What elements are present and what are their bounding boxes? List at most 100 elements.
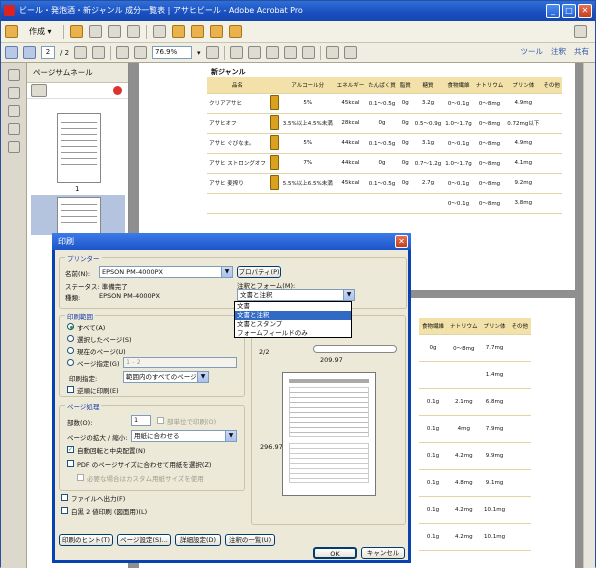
comments-forms-select[interactable]: 文書と注釈 ▼ [237,289,355,301]
minimize-button[interactable]: _ [546,4,560,18]
preview-width: 209.97 [320,356,343,364]
tools-link[interactable]: ツール [521,46,544,57]
create-pdf-icon[interactable] [5,25,18,38]
printer-type-value: EPSON PM-4000PX [99,292,160,300]
ok-button[interactable]: OK [313,547,357,559]
subset-select[interactable]: 範囲内のすべてのページ ▼ [123,371,209,383]
custom-paper-checkbox[interactable] [77,474,84,481]
fit-page-icon[interactable] [205,46,219,59]
select-cursor-icon[interactable] [74,46,88,59]
table-row: 0.1g 4mg 7.9mg [419,415,532,443]
hand-tool-icon[interactable] [92,46,106,59]
preview-page-slider[interactable] [313,345,397,353]
thumbnails-header: ページサムネール [27,63,128,83]
autorotate-checkbox[interactable]: ✓ [67,446,74,453]
single-page-icon[interactable] [229,46,243,59]
grayscale-checkbox[interactable] [61,507,68,514]
dropdown-option[interactable]: 文書と注釈 [235,311,351,320]
dropdown-option[interactable]: フォームフィールドのみ [235,329,351,338]
dropdown-option[interactable]: 文書 [235,302,351,311]
printer-properties-button[interactable]: プロパティ(P) [237,266,281,278]
window-close-button[interactable]: ✕ [578,4,592,18]
zoom-level-input[interactable]: 76.9% [152,46,193,59]
section-title: 新ジャンル [211,68,246,76]
page-number-input[interactable]: 2 [41,46,55,59]
dialog-close-button[interactable]: ✕ [395,235,408,248]
combine-files-icon[interactable] [209,25,223,38]
range-all-radio[interactable] [67,323,74,330]
beer-can-image [269,134,279,150]
vertical-scrollbar[interactable] [583,63,595,568]
sign-pen-icon[interactable] [190,25,204,38]
page-thumbnail-2[interactable] [57,197,101,235]
advanced-button[interactable]: 詳細設定(D) [175,534,221,546]
bookmarks-icon[interactable] [7,87,20,99]
pdf-page-size-checkbox[interactable] [67,460,74,467]
print-tips-button[interactable]: 印刷のヒント(T) [59,534,113,546]
two-up-icon[interactable] [265,46,279,59]
delete-page-icon[interactable] [113,86,122,95]
comment-bubble-icon[interactable] [171,25,185,38]
zoom-dropdown-arrow[interactable]: ▾ [197,49,201,57]
typewriter-icon[interactable] [325,46,339,59]
zoom-out-icon[interactable] [116,46,130,59]
open-folder-icon[interactable] [69,25,83,38]
page-thumbnail-1[interactable] [57,113,101,183]
table-row: アサヒ ぐびなま。 5% 44kcal 0.1〜0.5g 0g 3.1g 0〜0.1g 0〜8… [207,133,562,154]
zoom-in-icon[interactable] [134,46,148,59]
navigation-toolbar: 2 / 2 76.9% ▾ [1,43,595,63]
printer-select[interactable]: EPSON PM-4000PX ▼ [99,266,233,278]
dropdown-option[interactable]: 文書とスタンプ [235,320,351,329]
copies-input[interactable]: 1 [131,415,151,426]
range-current-radio[interactable] [67,347,74,354]
attachments-paperclip-icon[interactable] [7,123,20,135]
beer-can-image [269,174,279,190]
two-up-scroll-icon[interactable] [283,46,297,59]
next-page-icon[interactable] [23,46,36,59]
navigation-pane [1,63,27,568]
comments-forms-dropdown-list: 文書 文書と注釈 文書とスタンプ フォームフィールドのみ [234,301,352,338]
facing-pages-icon[interactable] [301,46,315,59]
collate-checkbox[interactable] [157,417,164,424]
secure-document-icon[interactable] [228,25,242,38]
table-row: 0.1g 4.8mg 9.1mg [419,469,532,497]
email-icon[interactable] [126,25,140,38]
thumbnails-toolbar [27,83,128,99]
cancel-button[interactable]: キャンセル [361,547,405,559]
thumbnail-options-icon[interactable] [31,84,47,97]
create-button[interactable]: 作成 ▾ [24,24,57,39]
signature-pen-icon[interactable] [7,141,20,153]
nutrition-table: 品名 アルコール分 エネルギー たんぱく質 脂質 糖質 食物繊維 ナトリウム プリン体 その他 ク… [207,77,562,214]
range-selected-radio[interactable] [67,335,74,342]
copies-label: 部数(O): [67,419,93,427]
signatures-icon[interactable] [7,105,20,117]
printer-type-label: 種類: [65,294,81,302]
table-header-row: 食物繊維 ナトリウム プリン体 その他 [419,318,532,335]
expand-icon[interactable] [574,25,587,38]
scrolling-icon[interactable] [247,46,261,59]
main-toolbar: 作成 ▾ [1,21,595,43]
beer-can-image [269,114,279,130]
preview-page-count: 2/2 [259,348,270,356]
subset-label: 印刷指定: [69,375,98,383]
share-link[interactable]: 共有 [574,46,589,57]
settings-gear-icon[interactable] [152,25,166,38]
page-thumbnails-icon[interactable] [7,69,20,81]
table-row: 0.1g 4.2mg 10.1mg [419,496,532,524]
preview-height: 296.97 [260,443,283,451]
range-pages-radio[interactable] [67,359,74,366]
page-scaling-label: ページの拡大 / 縮小: [67,434,128,442]
print-icon[interactable] [107,25,121,38]
save-icon[interactable] [88,25,102,38]
previous-page-icon[interactable] [5,46,18,59]
maximize-button[interactable]: □ [562,4,576,18]
reverse-pages-checkbox[interactable] [67,386,74,393]
summarize-comments-button[interactable]: 注釈の一覧(U) [225,534,275,546]
comment-link[interactable]: 注釈 [551,46,566,57]
print-to-file-checkbox[interactable] [61,494,68,501]
binoculars-find-icon[interactable] [343,46,357,59]
pages-input[interactable]: 1 - 2 [123,357,237,368]
page-scaling-select[interactable]: 用紙に合わせる ▼ [131,430,237,442]
page-setup-button[interactable]: ページ設定(S)... [117,534,171,546]
beer-can-image [269,154,279,170]
